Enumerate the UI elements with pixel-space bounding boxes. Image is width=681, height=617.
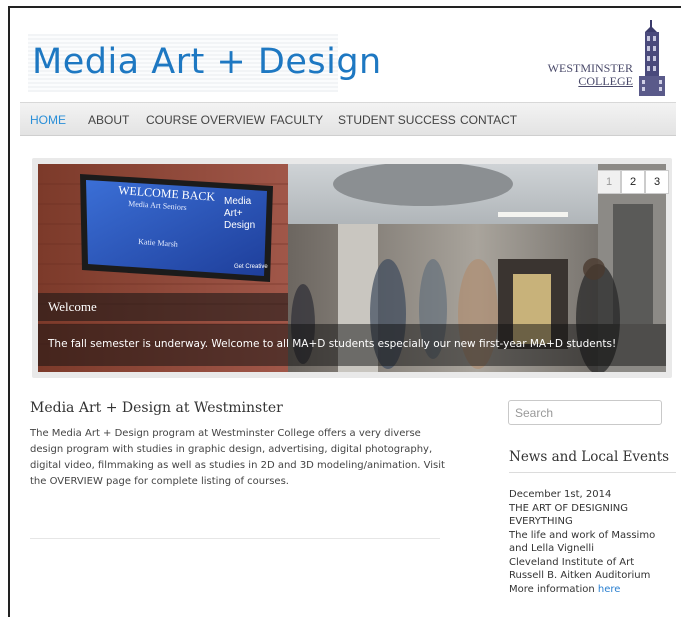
intro-heading: Media Art + Design at Westminster	[30, 400, 283, 416]
nav-faculty[interactable]: FACULTY	[270, 113, 323, 127]
tv-screen-art: Art+	[224, 208, 243, 219]
slider-page-3[interactable]: 3	[645, 170, 669, 194]
event-title-line2: EVERYTHING	[509, 516, 573, 527]
event-more-prefix: More information	[509, 583, 595, 595]
tv-screen-footer: Get Creative	[234, 264, 268, 270]
event-more-link[interactable]: here	[598, 584, 621, 595]
event-location: Russell B. Aitken Auditorium	[509, 570, 651, 581]
slider-pager: 1 2 3	[597, 170, 669, 194]
site-logo[interactable]: Media Art + Design	[32, 42, 382, 82]
event-date: December 1st, 2014	[509, 489, 612, 500]
event-desc-line1: The life and work of Massimo	[509, 529, 656, 541]
nav-student-success[interactable]: STUDENT SUCCESS	[338, 113, 456, 127]
slide-caption-title: Welcome	[38, 293, 288, 321]
slide-caption-text: The fall semester is underway. Welcome t…	[38, 324, 666, 366]
slider-page-2[interactable]: 2	[621, 170, 645, 194]
main-nav: HOME ABOUT COURSE OVERVIEW FACULTY STUDE…	[20, 102, 676, 136]
site-header: Media Art + Design WESTMINSTER COLLEGE	[10, 8, 681, 98]
college-tower-icon	[639, 20, 665, 96]
nav-contact[interactable]: CONTACT	[460, 113, 517, 127]
slider-page-1[interactable]: 1	[597, 170, 621, 194]
tv-screen-design: Design	[224, 220, 255, 231]
news-heading: News and Local Events	[509, 449, 670, 465]
event-desc-line2: and Lella Vignelli	[509, 543, 594, 554]
nav-about[interactable]: ABOUT	[88, 113, 129, 127]
event-venue: Cleveland Institute of Art	[509, 556, 635, 568]
news-divider	[509, 472, 676, 473]
hero-slider: WELCOME BACK Media Art Seniors Katie Mar…	[32, 158, 672, 378]
search-input[interactable]	[508, 400, 662, 425]
nav-course-overview[interactable]: COURSE OVERVIEW	[146, 113, 265, 127]
page-frame: Media Art + Design WESTMINSTER COLLEGE H…	[8, 6, 681, 617]
college-logo[interactable]: WESTMINSTER COLLEGE	[543, 20, 675, 98]
intro-paragraph: The Media Art + Design program at Westmi…	[30, 428, 445, 487]
news-event: December 1st, 2014 THE ART OF DESIGNING …	[509, 488, 679, 596]
nav-home[interactable]: HOME	[30, 113, 66, 127]
tv-screen-media: Media	[224, 196, 252, 207]
college-name-line2: COLLEGE	[578, 74, 633, 88]
event-more-info: More information here	[509, 583, 679, 597]
event-title-line1: THE ART OF DESIGNING	[509, 502, 628, 514]
content-divider	[30, 538, 440, 539]
